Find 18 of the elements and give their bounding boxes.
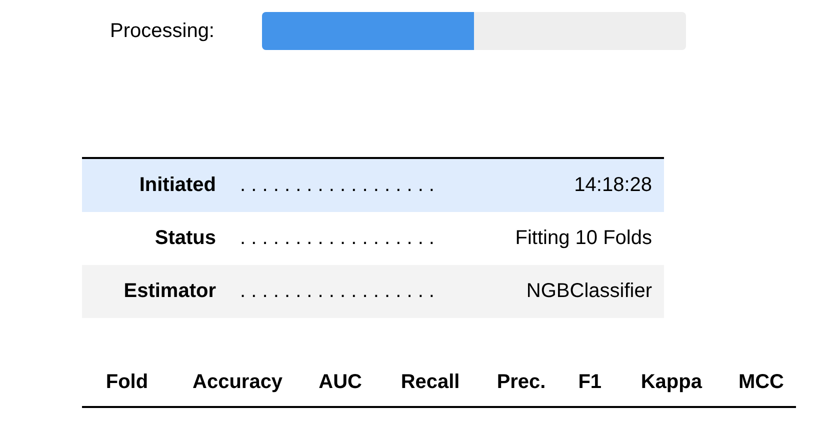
dot-leader: . . . . . . . . . . . . . . . . . .: [228, 212, 480, 265]
column-header: F1: [558, 363, 614, 407]
column-header: Accuracy: [160, 363, 295, 407]
column-header: MCC: [714, 363, 796, 407]
column-header: Recall: [374, 363, 472, 407]
row-label: Status: [82, 212, 228, 265]
progress-label: Processing:: [110, 20, 216, 42]
row-label: Estimator: [82, 265, 228, 318]
column-header: Prec.: [472, 363, 558, 407]
dot-leader: . . . . . . . . . . . . . . . . . .: [228, 158, 480, 212]
column-header: AUC: [294, 363, 374, 407]
row-value: Fitting 10 Folds: [479, 212, 664, 265]
row-value: 14:18:28: [479, 158, 664, 212]
row-label: Initiated: [82, 158, 228, 212]
row-value: NGBClassifier: [479, 265, 664, 318]
column-header: Fold: [82, 363, 160, 407]
column-header: Kappa: [614, 363, 714, 407]
dot-leader: . . . . . . . . . . . . . . . . . .: [228, 265, 480, 318]
